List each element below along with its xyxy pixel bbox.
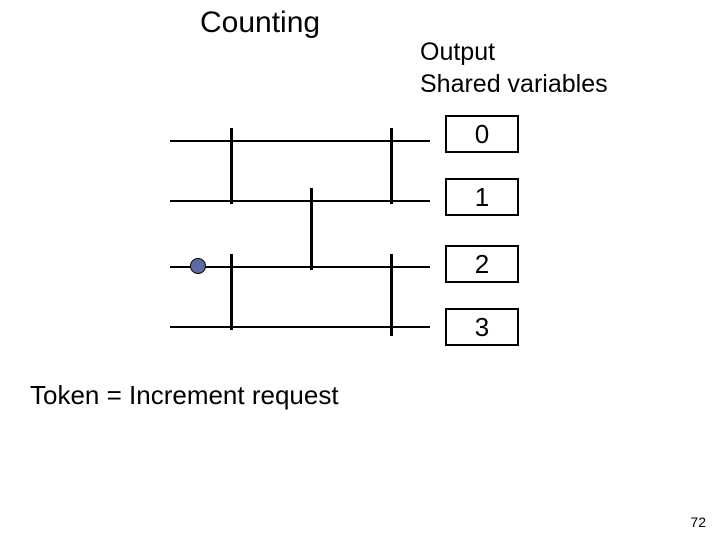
balancer-s0-top [230,128,233,204]
balancer-s1-mid [310,188,313,270]
token-dot [190,258,206,274]
label-token: Token = Increment request [30,380,339,411]
label-shared: Shared variables [420,70,608,99]
page-title: Counting [200,6,320,40]
balancer-s2-bot [390,254,393,336]
balancer-s2-top [390,128,393,204]
shared-var-1: 1 [445,178,519,216]
page-number: 72 [690,514,706,530]
shared-var-0: 0 [445,115,519,153]
balancer-s0-bot [230,254,233,330]
shared-var-2: 2 [445,245,519,283]
label-output: Output [420,38,495,67]
shared-var-3: 3 [445,308,519,346]
